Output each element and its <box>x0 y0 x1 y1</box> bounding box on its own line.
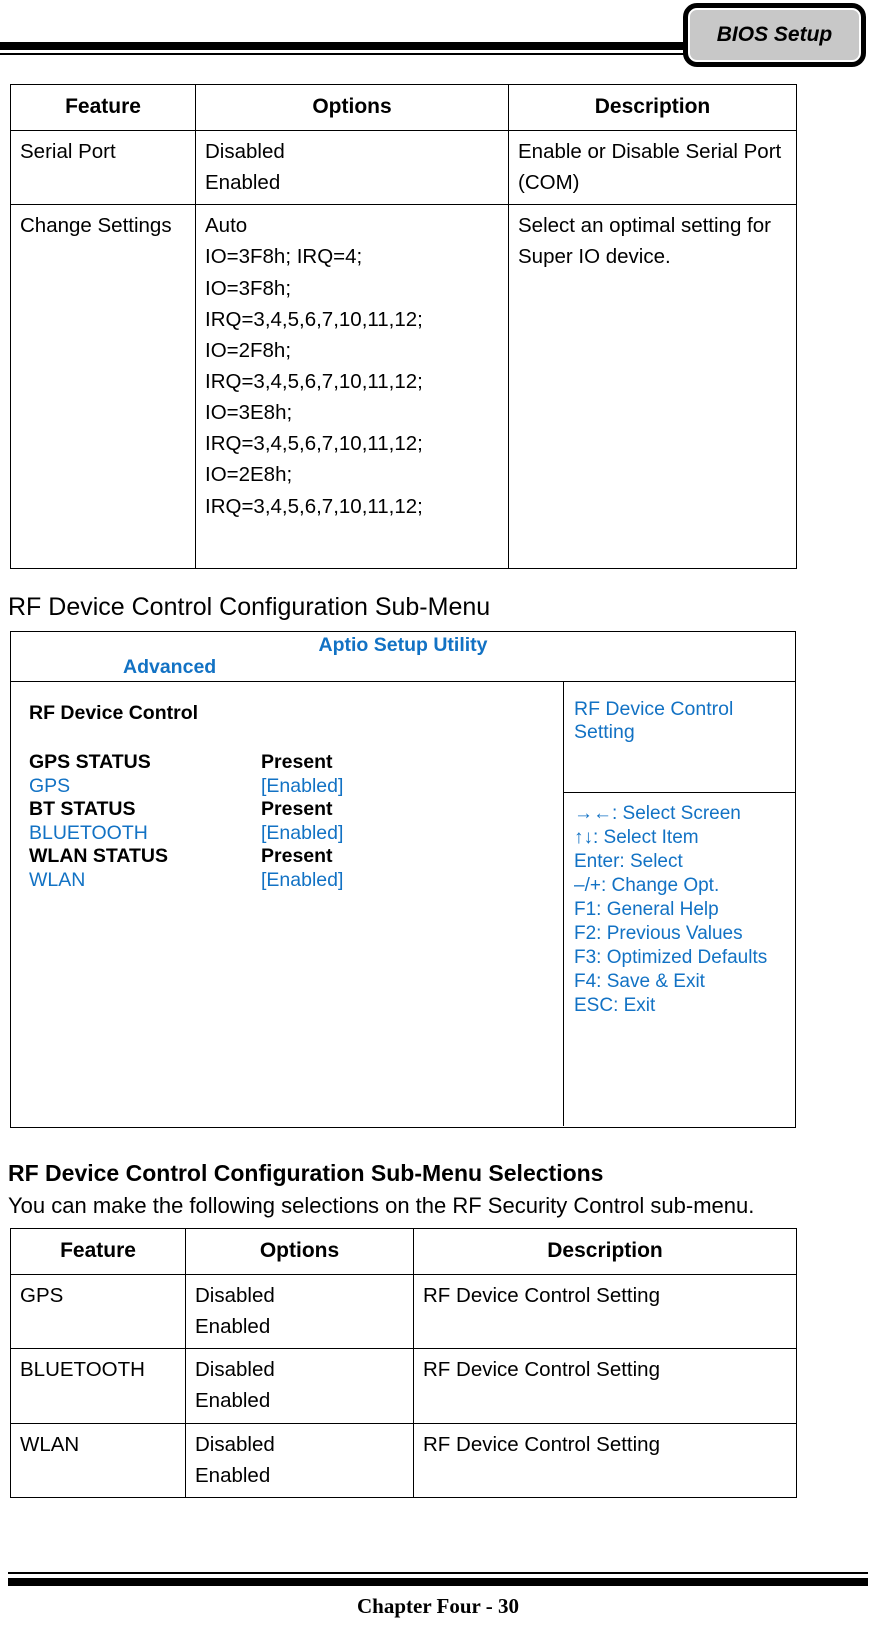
cell-description: RF Device Control Setting <box>413 1422 797 1498</box>
bios-item-gps[interactable]: GPS [Enabled] <box>29 775 563 799</box>
column-header-description: Description <box>413 1228 797 1275</box>
option-item: Auto <box>205 214 248 238</box>
section-heading-selections: RF Device Control Configuration Sub-Menu… <box>8 1160 604 1186</box>
bios-item-label: GPS <box>29 774 71 797</box>
section-heading-submenu: RF Device Control Configuration Sub-Menu <box>8 593 491 621</box>
column-header-feature: Feature <box>10 84 196 131</box>
option-item: Disabled <box>195 1432 275 1456</box>
cell-options: Disabled Enabled <box>195 129 509 206</box>
key-legend-enter: Enter: Select <box>574 850 683 872</box>
key-legend-select-screen: →←: Select Screen <box>574 803 741 824</box>
page-header: BIOS Setup <box>0 0 876 70</box>
cell-options: Disabled Enabled <box>185 1273 414 1350</box>
bios-item-gps-status: GPS STATUS Present <box>29 751 563 775</box>
bios-item-label: BT STATUS <box>29 798 136 821</box>
key-legend-f4: F4: Save & Exit <box>574 970 705 992</box>
column-header-options: Options <box>195 84 509 131</box>
bios-item-bluetooth[interactable]: BLUETOOTH [Enabled] <box>29 822 563 846</box>
option-item: Enabled <box>195 1315 271 1339</box>
cell-feature: WLAN <box>10 1422 186 1498</box>
bios-item-label: GPS STATUS <box>29 751 151 773</box>
cell-feature: Serial Port <box>10 129 196 206</box>
option-item: IRQ=3,4,5,6,7,10,11,12; <box>205 494 423 518</box>
option-item: Enabled <box>195 1389 271 1413</box>
column-header-options: Options <box>185 1228 414 1275</box>
table-row: BLUETOOTH Disabled Enabled RF Device Con… <box>10 1348 797 1424</box>
cell-options: Disabled Enabled <box>185 1422 414 1498</box>
cell-description: Select an optimal setting for Super IO d… <box>508 204 797 570</box>
bios-item-label: WLAN <box>29 868 86 891</box>
option-item: IRQ=3,4,5,6,7,10,11,12; <box>205 307 423 331</box>
table-row: GPS Disabled Enabled RF Device Control S… <box>10 1273 797 1350</box>
cell-description: RF Device Control Setting <box>413 1273 797 1350</box>
table-row: WLAN Disabled Enabled RF Device Control … <box>10 1422 797 1498</box>
key-legend-select-item: ↑↓: Select Item <box>574 826 699 848</box>
bios-body: RF Device Control GPS STATUS Present GPS… <box>11 682 795 1126</box>
bios-item-wlan-status: WLAN STATUS Present <box>29 845 563 869</box>
bios-item-bt-status: BT STATUS Present <box>29 798 563 822</box>
bios-item-label: BLUETOOTH <box>29 821 148 844</box>
bios-item-label: WLAN STATUS <box>29 845 169 868</box>
footer-page-label: Chapter Four - 30 <box>357 1594 519 1618</box>
bios-item-wlan[interactable]: WLAN [Enabled] <box>29 869 563 893</box>
bios-item-value[interactable]: [Enabled] <box>261 869 343 893</box>
option-item: IO=2E8h; <box>205 463 293 487</box>
option-item: Disabled <box>195 1358 275 1382</box>
cell-options: Disabled Enabled <box>185 1348 414 1424</box>
cell-description: RF Device Control Setting <box>413 1348 797 1424</box>
bios-item-value: Present <box>261 798 333 821</box>
key-legend-f1: F1: General Help <box>574 898 719 920</box>
intro-paragraph-selections: You can make the following selections on… <box>8 1193 755 1218</box>
serial-port-options-table: Feature Options Description Serial Port … <box>10 84 797 570</box>
cell-feature: BLUETOOTH <box>10 1348 186 1424</box>
bios-screen-mock: Aptio Setup Utility Advanced RF Device C… <box>10 631 796 1128</box>
cell-description: Enable or Disable Serial Port (COM) <box>508 129 797 206</box>
footer-rule-thick <box>8 1578 868 1586</box>
bios-help-text: RF Device Control Setting <box>564 682 795 793</box>
option-item: IO=3F8h; IRQ=4; <box>205 245 363 269</box>
bios-app-title: Aptio Setup Utility <box>318 634 488 656</box>
bios-item-value[interactable]: [Enabled] <box>261 822 343 846</box>
bios-setup-tab: BIOS Setup <box>683 3 866 67</box>
column-header-feature: Feature <box>10 1228 186 1275</box>
bios-section-title: RF Device Control <box>29 702 199 724</box>
cell-feature: GPS <box>10 1273 186 1350</box>
bios-settings-list: RF Device Control GPS STATUS Present GPS… <box>11 682 564 1126</box>
cell-feature-text: Change Settings <box>20 214 172 238</box>
table-row: Serial Port Disabled Enabled Enable or D… <box>10 129 797 206</box>
option-item: IO=3E8h; <box>205 401 293 425</box>
cell-feature: Change Settings <box>10 204 196 570</box>
option-item: IRQ=3,4,5,6,7,10,11,12; <box>205 432 423 456</box>
bios-menu-tab-advanced[interactable]: Advanced <box>123 656 216 679</box>
bios-item-value[interactable]: [Enabled] <box>261 775 343 799</box>
bios-item-value: Present <box>261 751 333 773</box>
table-row: Change Settings Auto IO=3F8h; IRQ=4; IO=… <box>10 204 797 570</box>
option-item: Enabled <box>195 1463 271 1487</box>
bios-setup-tab-label: BIOS Setup <box>716 23 833 46</box>
rf-device-control-selections-table: Feature Options Description GPS Disabled… <box>10 1228 797 1498</box>
column-header-description: Description <box>508 84 797 131</box>
option-item: Enabled <box>205 171 281 195</box>
bios-key-legend: →←: Select Screen ↑↓: Select Item Enter:… <box>564 793 795 1126</box>
key-legend-f3: F3: Optimized Defaults <box>574 946 768 968</box>
bios-sidebar: RF Device Control Setting →←: Select Scr… <box>564 682 795 1126</box>
option-item: Disabled <box>205 139 285 163</box>
table-header-row: Feature Options Description <box>10 1228 797 1275</box>
option-item: IRQ=3,4,5,6,7,10,11,12; <box>205 370 423 393</box>
option-item: Disabled <box>195 1283 275 1307</box>
key-legend-f2: F2: Previous Values <box>574 922 743 944</box>
cell-options: Auto IO=3F8h; IRQ=4; IO=3F8h; IRQ=3,4,5,… <box>195 204 509 570</box>
footer-rule-thin <box>8 1572 868 1574</box>
option-item: IO=3F8h; <box>205 276 292 300</box>
option-item: IO=2F8h; <box>205 338 292 362</box>
bios-item-value: Present <box>261 845 333 868</box>
key-legend-esc: ESC: Exit <box>574 994 656 1016</box>
table-header-row: Feature Options Description <box>10 84 797 131</box>
bios-titlebar: Aptio Setup Utility Advanced <box>11 632 795 682</box>
key-legend-change-opt: –/+: Change Opt. <box>574 874 720 896</box>
